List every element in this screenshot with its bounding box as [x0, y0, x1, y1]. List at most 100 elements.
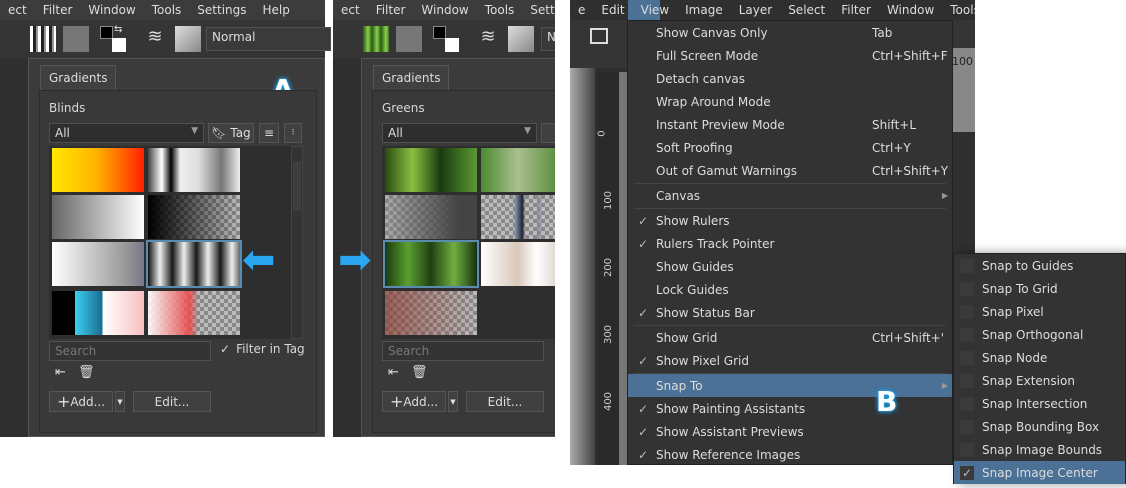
menu-item[interactable]: Settings — [189, 3, 254, 17]
view-menu-item[interactable]: ✓ Rulers Track Pointer — [628, 232, 952, 255]
add-button[interactable]: + Add... — [382, 391, 446, 412]
gradient-swatch[interactable] — [52, 148, 144, 192]
snap-menu-item[interactable]: Snap Image Bounds — [954, 438, 1125, 461]
view-menu-item[interactable]: Detach canvas — [628, 67, 952, 90]
menu-item[interactable]: Window — [413, 3, 476, 17]
gradient-preview-button[interactable] — [30, 26, 56, 52]
snap-menu-item[interactable]: Snap to Guides — [954, 254, 1125, 277]
filter-in-tag-checkbox[interactable]: ✓ Filter in Tag — [220, 342, 305, 356]
menu-item[interactable]: ect — [333, 3, 368, 17]
gradient-swatch[interactable] — [385, 148, 477, 192]
view-menu-item[interactable]: Show Grid Ctrl+Shift+' — [628, 326, 952, 349]
trash-icon[interactable]: 🗑︎ — [78, 365, 95, 380]
search-input[interactable]: Search — [382, 341, 544, 361]
edit-button[interactable]: Edit... — [466, 391, 544, 412]
view-menu-item[interactable]: ✓ Show Assistant Previews — [628, 420, 952, 443]
brush-preset-button[interactable] — [508, 26, 534, 52]
snap-menu-item[interactable]: Snap Intersection — [954, 392, 1125, 415]
blend-mode-select[interactable]: Normal — [206, 27, 331, 51]
import-icon[interactable]: ⇤ — [388, 365, 399, 380]
gradient-swatch[interactable] — [385, 291, 477, 335]
menu-item[interactable]: Layer — [731, 3, 780, 17]
menu-item[interactable]: Filter — [35, 3, 81, 17]
menu-item[interactable]: Tools — [144, 3, 190, 17]
fg-bg-color-icon[interactable]: ⇆ — [100, 24, 126, 52]
open-file-icon[interactable] — [590, 28, 608, 44]
gradient-swatch[interactable] — [148, 195, 240, 239]
brush-settings-icon[interactable]: ≋ — [142, 26, 168, 52]
blend-mode-select[interactable]: No — [541, 27, 555, 51]
gradient-swatch-selected[interactable] — [383, 240, 479, 288]
menu-item[interactable]: View — [633, 3, 677, 17]
gradient-swatch[interactable] — [481, 148, 555, 192]
view-menu-item[interactable]: ✓ Show Rulers — [628, 209, 952, 232]
snap-menu-item[interactable]: Snap Node — [954, 346, 1125, 369]
add-dropdown-button[interactable]: ▼ — [115, 391, 125, 412]
view-menu-item[interactable]: Soft Proofing Ctrl+Y — [628, 136, 952, 159]
menu-item[interactable]: Edit — [593, 3, 632, 17]
view-menu-item[interactable]: ✓ Show Reference Images — [628, 443, 952, 466]
view-menu-item[interactable]: Out of Gamut Warnings Ctrl+Shift+Y — [628, 159, 952, 182]
gradient-swatch[interactable] — [481, 195, 555, 239]
add-button[interactable]: + Add... — [49, 391, 113, 412]
menu-item[interactable]: ect — [0, 3, 35, 17]
view-menu-item[interactable]: ✓ Show Pixel Grid — [628, 349, 952, 372]
fg-bg-color-icon[interactable] — [433, 26, 459, 52]
tab-gradients[interactable]: Gradients — [40, 65, 117, 90]
tag-filter-combo[interactable]: All ▼ — [49, 123, 204, 143]
gradient-preview-button[interactable] — [363, 26, 389, 52]
gradient-swatch[interactable] — [481, 242, 555, 286]
snap-menu-item[interactable]: Snap To Grid — [954, 277, 1125, 300]
search-input[interactable]: Search — [49, 341, 211, 361]
gradient-swatch[interactable] — [52, 242, 144, 286]
view-menu-item[interactable]: Show Canvas Only Tab — [628, 21, 952, 44]
menu-item[interactable]: Window — [879, 3, 942, 17]
snap-menu-item[interactable]: Snap Pixel — [954, 300, 1125, 323]
gradient-swatch[interactable] — [148, 148, 240, 192]
menu-item[interactable]: e — [570, 3, 593, 17]
grid-scrollbar[interactable] — [291, 146, 303, 339]
view-menu-item[interactable]: Full Screen Mode Ctrl+Shift+F — [628, 44, 952, 67]
view-menu-item[interactable]: ✓ Show Status Bar — [628, 301, 952, 324]
add-button-label: Add... — [403, 394, 439, 409]
menu-item[interactable]: Filter — [833, 3, 879, 17]
tag-button[interactable]: 🔖︎ — [541, 123, 555, 143]
gradient-swatch-selected[interactable] — [146, 240, 242, 288]
view-menu-item[interactable]: Show Guides — [628, 255, 952, 278]
menu-item[interactable]: Settings — [522, 3, 555, 17]
snap-menu-item[interactable]: Snap Extension — [954, 369, 1125, 392]
view-menu-item[interactable]: ✓ Show Painting Assistants — [628, 397, 952, 420]
pattern-button[interactable] — [63, 26, 89, 52]
pattern-button[interactable] — [396, 26, 422, 52]
list-view-button[interactable]: ≡ — [259, 123, 279, 143]
tag-filter-combo[interactable]: All ▼ — [382, 123, 537, 143]
menu-item[interactable]: Tools — [477, 3, 523, 17]
snap-menu-item[interactable]: Snap Bounding Box — [954, 415, 1125, 438]
snap-menu-item[interactable]: ✓ Snap Image Center — [954, 461, 1125, 484]
view-menu-item[interactable]: Instant Preview Mode Shift+L — [628, 113, 952, 136]
edit-button[interactable]: Edit... — [133, 391, 211, 412]
gradient-swatch[interactable] — [52, 291, 144, 335]
menu-item[interactable]: Filter — [368, 3, 414, 17]
snap-menu-item[interactable]: Snap Orthogonal — [954, 323, 1125, 346]
view-options-button[interactable]: ⁝ — [284, 123, 302, 143]
tag-button[interactable]: 🔖︎ Tag — [208, 123, 254, 143]
menu-item[interactable]: Image — [677, 3, 731, 17]
import-icon[interactable]: ⇤ — [55, 365, 66, 380]
menu-item[interactable]: Tools — [942, 3, 975, 17]
gradient-swatch[interactable] — [52, 195, 144, 239]
view-menu-item[interactable]: Snap To ▶ — [628, 374, 952, 397]
tab-gradients[interactable]: Gradients — [373, 65, 450, 90]
gradient-swatch[interactable] — [148, 291, 240, 335]
brush-settings-icon[interactable]: ≋ — [475, 26, 501, 52]
view-menu-item[interactable]: Wrap Around Mode — [628, 90, 952, 113]
add-dropdown-button[interactable]: ▼ — [448, 391, 458, 412]
view-menu-item[interactable]: Lock Guides — [628, 278, 952, 301]
trash-icon[interactable]: 🗑︎ — [411, 365, 428, 380]
gradient-swatch[interactable] — [385, 195, 477, 239]
brush-preset-button[interactable] — [175, 26, 201, 52]
menu-item[interactable]: Window — [80, 3, 143, 17]
view-menu-item[interactable]: Canvas ▶ — [628, 184, 952, 207]
menu-item[interactable]: Select — [780, 3, 833, 17]
menu-item[interactable]: Help — [255, 3, 298, 17]
